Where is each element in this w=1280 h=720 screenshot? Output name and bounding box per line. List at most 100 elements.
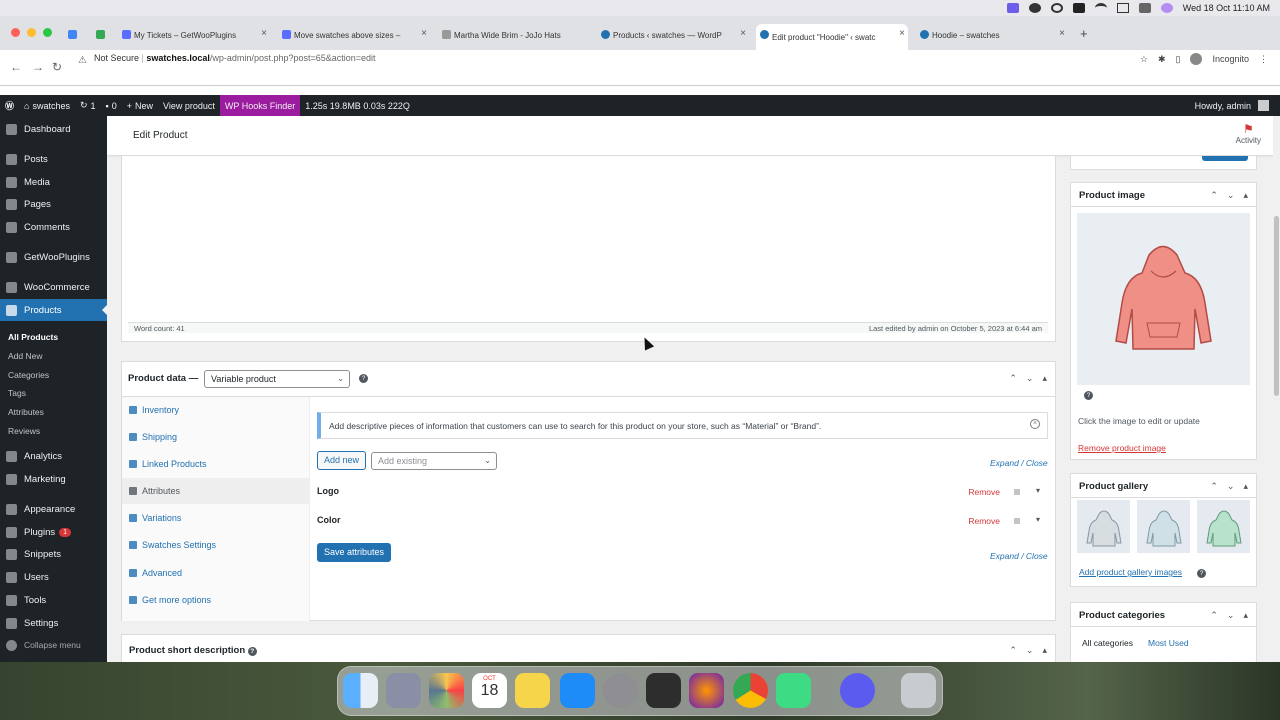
sidebar-item-woocommerce[interactable]: WooCommerce [0,276,107,298]
move-up-icon[interactable]: ⌃ [1210,610,1218,621]
sidebar-item-snippets[interactable]: Snippets [0,543,107,565]
gear-icon[interactable] [1028,3,1041,13]
sidebar-item-pages[interactable]: Pages [0,193,107,215]
tab-most-used[interactable]: Most Used [1148,638,1189,648]
notes-icon[interactable] [515,673,550,708]
browser-tab[interactable]: My Tickets – GetWooPlugins × [118,24,270,46]
expand-close-link[interactable]: Expand / Close [990,458,1048,468]
firefox-icon[interactable] [689,673,724,708]
updates-link[interactable]: ↻ 1 [75,95,101,116]
move-down-icon[interactable]: ⌄ [1227,610,1235,621]
move-up-icon[interactable]: ⌃ [1009,373,1017,384]
zoom-window-button[interactable] [43,28,52,37]
warning-icon[interactable]: ⚠ [78,55,87,66]
sidebar-item-plugins[interactable]: Plugins 1 [0,521,107,543]
chevron-down-icon[interactable]: ▾ [1036,515,1040,524]
trash-icon[interactable] [901,673,936,708]
help-icon[interactable]: ? [1084,391,1093,400]
forward-icon[interactable]: → [32,60,44,74]
drag-handle-icon[interactable] [1014,518,1020,524]
sidebar-item-settings[interactable]: Settings [0,612,107,634]
wp-hooks-finder-link[interactable]: WP Hooks Finder [219,95,301,116]
close-tab-icon[interactable]: × [899,28,905,39]
submenu-categories[interactable]: Categories [8,370,49,380]
close-tab-icon[interactable]: × [261,28,267,39]
sublime-text-icon[interactable] [646,673,681,708]
help-icon[interactable]: ? [247,647,257,656]
submenu-reviews[interactable]: Reviews [8,426,40,436]
tab-attributes[interactable]: Attributes [122,478,310,504]
remove-attribute-link[interactable]: Remove [968,487,1000,497]
tab-variations[interactable]: Variations [122,505,310,531]
close-tab-icon[interactable]: × [1059,28,1065,39]
howdy-admin[interactable]: Howdy, admin [1190,95,1274,116]
more-icon[interactable]: ⋮ [1259,54,1268,65]
tab-advanced[interactable]: Advanced [122,560,310,586]
dismiss-icon[interactable]: × [1030,419,1040,429]
sidepanel-icon[interactable]: ▯ [1176,54,1181,65]
sidebar-item-getwooplugins[interactable]: GetWooPlugins [0,246,107,268]
attribute-row-color[interactable]: Color Remove ▾ [317,509,1048,537]
sidebar-item-media[interactable]: Media [0,171,107,193]
sidebar-item-comments[interactable]: Comments [0,216,107,238]
product-image[interactable] [1077,213,1250,385]
description-editor[interactable]: Word count: 41 Last edited by admin on O… [121,156,1056,342]
drag-handle-icon[interactable] [1014,489,1020,495]
sidebar-item-appearance[interactable]: Appearance [0,498,107,520]
sidebar-item-tools[interactable]: Tools [0,589,107,611]
help-icon[interactable]: ? [1197,569,1206,578]
app-store-icon[interactable] [560,673,595,708]
query-monitor-stats[interactable]: 1.25s 19.8MB 0.03s 222Q [300,95,415,116]
chevron-down-icon[interactable]: ▾ [1036,486,1040,495]
chrome-icon[interactable] [733,673,768,708]
help-icon[interactable]: ? [359,374,368,383]
view-product-link[interactable]: View product [158,95,220,116]
calendar-icon[interactable]: OCT 18 [472,673,507,708]
tab-shipping[interactable]: Shipping [122,424,310,450]
comments-link[interactable]: ▪ 0 [101,95,122,116]
minimize-window-button[interactable] [27,28,36,37]
url-field[interactable]: Not Secure | swatches.local/wp-admin/pos… [94,53,376,63]
submenu-attributes[interactable]: Attributes [8,407,44,417]
back-icon[interactable]: ← [10,60,22,74]
control-center-icon[interactable] [1138,3,1151,13]
sidebar-item-posts[interactable]: Posts [0,148,107,170]
local-app-icon[interactable] [776,673,811,708]
move-up-icon[interactable]: ⌃ [1210,481,1218,492]
search-icon[interactable] [1116,3,1129,13]
submenu-tags[interactable]: Tags [8,388,26,398]
toggle-panel-icon[interactable]: ▴ [1243,610,1248,621]
add-new-attribute-button[interactable]: Add new [317,451,367,470]
activity-button[interactable]: ⚑ Activity [1236,122,1261,145]
submenu-add-new[interactable]: Add New [8,351,43,361]
gallery-thumbnail[interactable] [1137,500,1190,553]
siri-icon[interactable] [1160,3,1173,13]
extensions-icon[interactable]: ✱ [1158,54,1166,65]
wifi-icon[interactable] [1094,3,1107,13]
product-type-select[interactable]: Variable product ⌄ [204,370,350,388]
screen-record-icon[interactable] [1006,3,1019,13]
gallery-thumbnail[interactable] [1077,500,1130,553]
toggle-panel-icon[interactable]: ▴ [1243,190,1248,201]
tab-inventory[interactable]: Inventory [122,397,310,423]
sidebar-item-products[interactable]: Products [0,299,107,321]
focus-icon[interactable] [1050,3,1063,13]
site-link[interactable]: ⌂ swatches [19,95,75,116]
sidebar-item-users[interactable]: Users [0,566,107,588]
submenu-all-products[interactable]: All Products [8,332,58,342]
sidebar-item-marketing[interactable]: Marketing [0,468,107,490]
sidebar-item-dashboard[interactable]: Dashboard [0,118,107,140]
toggle-panel-icon[interactable]: ▴ [1243,481,1248,492]
tab-swatches-settings[interactable]: Swatches Settings [122,532,310,558]
tab-all-categories[interactable]: All categories [1082,638,1133,648]
toggle-panel-icon[interactable]: ▴ [1042,645,1047,656]
new-content-link[interactable]: + New [122,95,158,116]
sidebar-item-analytics[interactable]: Analytics [0,445,107,467]
move-down-icon[interactable]: ⌄ [1026,373,1034,384]
profile-label[interactable]: Incognito [1212,54,1249,64]
browser-tab[interactable]: Move swatches above sizes – × [278,24,430,46]
page-scrollbar[interactable] [1273,116,1280,662]
tab-get-more-options[interactable]: Get more options [122,587,310,613]
browser-tab[interactable]: Martha Wide Brim - JoJo Hats [438,24,590,46]
save-attributes-button[interactable]: Save attributes [317,543,392,562]
